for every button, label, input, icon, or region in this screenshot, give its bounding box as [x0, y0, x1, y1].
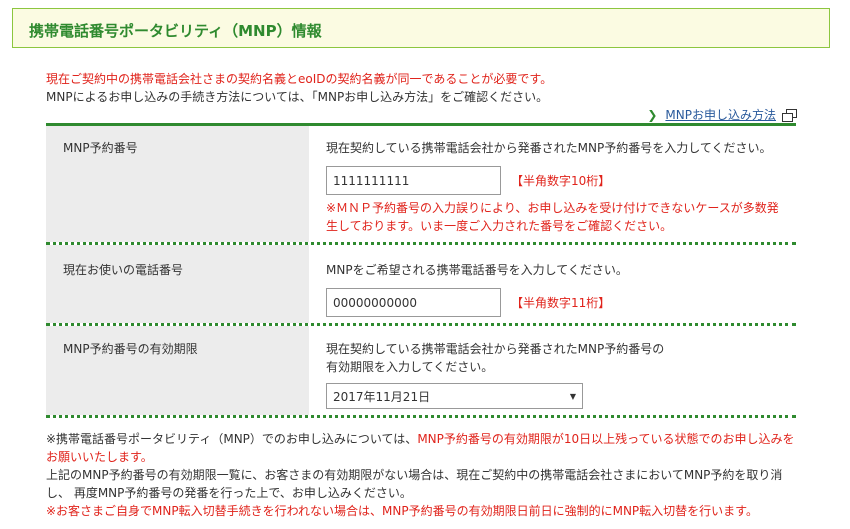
note-validity-red-b: お願いいたします。: [46, 450, 153, 464]
external-window-icon: [782, 108, 797, 122]
note-forced-switch: ※お客さまご自身でMNP転入切替手続きを行われない場合は、MNP予約番号の有効期…: [46, 504, 758, 518]
section-title: 携帯電話番号ポータビリティ（MNP）情報: [29, 22, 322, 40]
form-row-mnp-number: MNP予約番号 現在契約している携帯電話会社から発番されたMNP予約番号を入力し…: [46, 126, 796, 245]
mnp-form: MNP予約番号 現在契約している携帯電話会社から発番されたMNP予約番号を入力し…: [46, 123, 796, 418]
chevron-right-icon: ❯: [647, 107, 658, 122]
expiry-description-line2: 有効期限を入力してください。: [326, 360, 494, 374]
intro-procedure: MNPによるお申し込みの手続き方法については、「MNPお申し込み方法」をご確認く…: [46, 90, 549, 104]
section-header: 携帯電話番号ポータビリティ（MNP）情報: [12, 8, 830, 48]
phone-number-input[interactable]: 00000000000: [326, 288, 501, 317]
phone-number-value-cell: MNPをご希望される携帯電話番号を入力してください。 00000000000 【…: [309, 245, 796, 323]
note-no-expiry-line1: 上記のMNP予約番号の有効期限一覧に、お客さまの有効期限がない場合は、現在ご契約…: [46, 468, 783, 482]
notes: ※携帯電話番号ポータビリティ（MNP）でのお申し込みについては、MNP予約番号の…: [46, 430, 806, 520]
mnp-number-label: MNP予約番号: [46, 126, 309, 242]
phone-number-field-line: 00000000000 【半角数字11桁】: [326, 288, 796, 317]
form-row-expiry: MNP予約番号の有効期限 現在契約している携帯電話会社から発番されたMNP予約番…: [46, 326, 796, 418]
mnp-number-value-cell: 現在契約している携帯電話会社から発番されたMNP予約番号を入力してください。 1…: [309, 126, 796, 242]
note-validity: ※携帯電話番号ポータビリティ（MNP）でのお申し込みについては、MNP予約番号の…: [46, 430, 806, 448]
expiry-label: MNP予約番号の有効期限: [46, 326, 309, 415]
expiry-description-line1: 現在契約している携帯電話会社から発番されたMNP予約番号の: [326, 342, 665, 356]
mnp-number-warning-line1: ※ＭＮＰ予約番号の入力誤りにより、お申し込みを受け付けできないケースが多数発: [326, 201, 779, 215]
mnp-number-warning-line2: 生しております。いま一度ご入力された番号をご確認ください。: [326, 219, 673, 233]
expiry-value-cell: 現在契約している携帯電話会社から発番されたMNP予約番号の 有効期限を入力してく…: [309, 326, 796, 415]
form-row-phone-number: 現在お使いの電話番号 MNPをご希望される携帯電話番号を入力してください。 00…: [46, 245, 796, 326]
note-validity-red-a: MNP予約番号の有効期限が10日以上残っている状態でのお申し込みを: [417, 432, 795, 446]
caret-down-icon: ▼: [569, 391, 576, 401]
note-validity-lead: ※携帯電話番号ポータビリティ（MNP）でのお申し込みについては、: [46, 432, 418, 446]
expiry-date-select[interactable]: 2017年11月21日 ▼: [326, 383, 583, 409]
phone-number-hint: 【半角数字11桁】: [511, 296, 611, 310]
mnp-number-description: 現在契約している携帯電話会社から発番されたMNP予約番号を入力してください。: [326, 141, 772, 155]
mnp-procedure-link[interactable]: ❯ MNPお申し込み方法: [647, 106, 797, 123]
mnp-number-input[interactable]: 1111111111: [326, 166, 501, 195]
expiry-description: 現在契約している携帯電話会社から発番されたMNP予約番号の 有効期限を入力してく…: [326, 340, 796, 376]
mnp-number-field-line: 1111111111 【半角数字10桁】: [326, 166, 796, 195]
intro-text: 現在ご契約中の携帯電話会社さまの契約名義とeoIDの契約名義が同一であることが必…: [46, 70, 806, 106]
intro-requirement: 現在ご契約中の携帯電話会社さまの契約名義とeoIDの契約名義が同一であることが必…: [46, 72, 553, 86]
expiry-date-selected: 2017年11月21日: [333, 389, 431, 404]
mnp-number-warning: ※ＭＮＰ予約番号の入力誤りにより、お申し込みを受け付けできないケースが多数発 生…: [326, 199, 796, 235]
phone-number-description: MNPをご希望される携帯電話番号を入力してください。: [326, 263, 628, 277]
mnp-procedure-link-label[interactable]: MNPお申し込み方法: [665, 106, 776, 123]
phone-number-label: 現在お使いの電話番号: [46, 245, 309, 323]
mnp-number-hint: 【半角数字10桁】: [511, 174, 611, 188]
note-no-expiry-line2: し、 再度MNP予約番号の発番を行った上で、お申し込みください。: [46, 486, 412, 500]
